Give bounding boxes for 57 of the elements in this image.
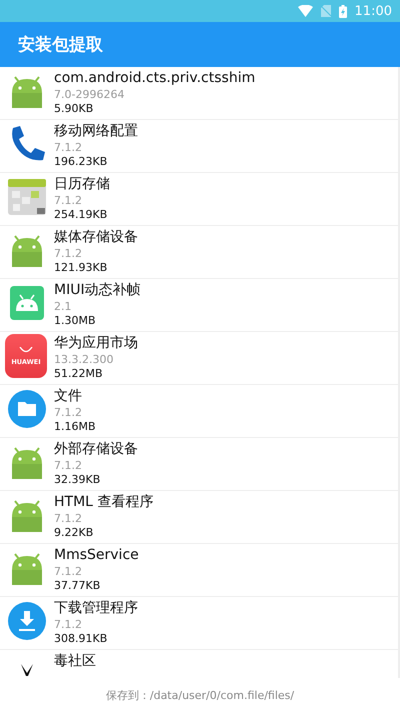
app-list-item[interactable]: 文件 7.1.2 1.16MB	[0, 385, 398, 438]
app-size: 32.39KB	[54, 473, 102, 487]
app-size: 9.22KB	[54, 526, 94, 540]
wifi-icon	[298, 5, 313, 17]
app-list-item[interactable]: 毒社区	[0, 650, 398, 678]
app-name: 外部存储设备	[54, 441, 138, 458]
app-name: com.android.cts.priv.ctsshim	[54, 70, 256, 87]
app-name: MmsService	[54, 547, 139, 564]
app-size: 5.90KB	[54, 102, 94, 116]
app-version: 2.1	[54, 299, 72, 314]
app-name: 下载管理程序	[54, 600, 138, 617]
app-version: 7.1.2	[54, 246, 83, 261]
app-list-item[interactable]: 移动网络配置 7.1.2 196.23KB	[0, 120, 398, 173]
app-size: 1.16MB	[54, 420, 96, 434]
app-list-item[interactable]: 媒体存储设备 7.1.2 121.93KB	[0, 226, 398, 279]
android-icon	[7, 283, 47, 323]
folder-icon	[7, 389, 47, 429]
app-name: MIUI动态补帧	[54, 282, 141, 299]
app-size: 51.22MB	[54, 367, 104, 381]
app-name: 华为应用市场	[54, 335, 138, 352]
app-version: 7.1.2	[54, 405, 83, 420]
status-time: 11:00	[354, 4, 392, 18]
app-size: 196.23KB	[54, 155, 108, 169]
no-sim-icon	[320, 5, 331, 17]
app-list-item[interactable]: com.android.cts.priv.ctsshim 7.0-2996264 5.90KB	[0, 67, 398, 120]
app-version: 7.1.2	[54, 458, 83, 473]
app-name: 移动网络配置	[54, 123, 138, 140]
app-version: 7.1.2	[54, 140, 83, 155]
app-version: 7.1.2	[54, 193, 83, 208]
app-name: 文件	[54, 388, 83, 405]
app-version: 13.3.2.300	[54, 352, 114, 367]
app-name: 日历存储	[54, 176, 110, 193]
app-title: 安装包提取	[18, 34, 103, 56]
app-version: 7.0-2996264	[54, 87, 126, 102]
app-version: 7.1.2	[54, 511, 83, 526]
app-size: 121.93KB	[54, 261, 108, 275]
app-version: 7.1.2	[54, 564, 83, 579]
download-icon	[7, 601, 47, 641]
app-list-item[interactable]: HTML 查看程序 7.1.2 9.22KB	[0, 491, 398, 544]
bag-handle-icon	[19, 346, 33, 352]
app-size: 37.77KB	[54, 579, 102, 593]
app-version: 7.1.2	[54, 617, 83, 632]
app-name: 媒体存储设备	[54, 229, 138, 246]
save-path-text: 保存到：/data/user/0/com.file/files/	[106, 688, 294, 702]
app-list-item[interactable]: 外部存储设备 7.1.2 32.39KB	[0, 438, 398, 491]
app-size: 308.91KB	[54, 632, 108, 646]
app-name: 毒社区	[54, 653, 96, 670]
app-size: 254.19KB	[54, 208, 108, 222]
app-list-item[interactable]: 下载管理程序 7.1.2 308.91KB	[0, 597, 398, 650]
app-size: 1.30MB	[54, 314, 97, 328]
app-list-item[interactable]: MIUI动态补帧 2.1 1.30MB	[0, 279, 398, 332]
calendar-icon	[7, 177, 47, 217]
checkmark-icon	[21, 664, 33, 676]
battery-icon	[338, 4, 347, 18]
app-name: HTML 查看程序	[54, 494, 154, 511]
app-list-item[interactable]: MmsService 7.1.2 37.77KB	[0, 544, 398, 597]
app-list-item[interactable]: 日历存储 7.1.2 254.19KB	[0, 173, 398, 226]
